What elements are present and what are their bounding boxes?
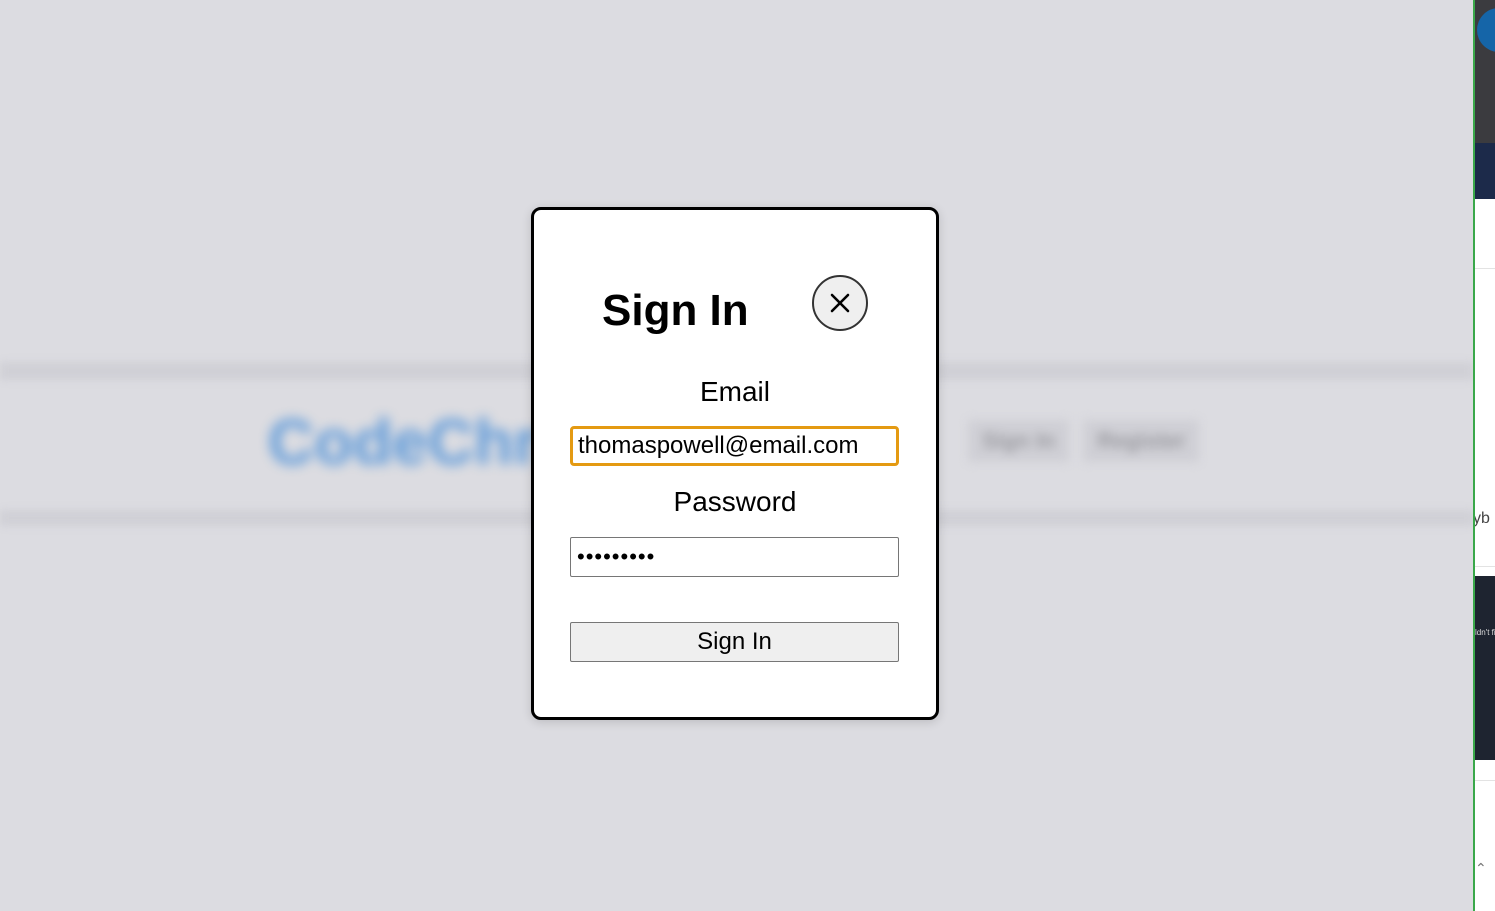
close-button[interactable]: [812, 275, 868, 331]
sign-in-modal: Sign In Email Password Sign In: [531, 207, 939, 720]
password-label: Password: [673, 486, 797, 517]
chevron-up-icon[interactable]: ⌃: [1475, 860, 1487, 877]
close-icon: [830, 293, 850, 313]
background-nav: Sign In Register: [968, 420, 1200, 462]
side-panel-divider: [1475, 566, 1495, 567]
email-label: Email: [699, 376, 770, 407]
password-field[interactable]: [570, 537, 899, 577]
sign-in-button[interactable]: Sign In: [570, 622, 899, 662]
background-nav-sign-in: Sign In: [968, 420, 1070, 462]
side-panel-divider: [1475, 780, 1495, 781]
side-panel: yb ldn't fi ⌃: [1473, 0, 1495, 911]
modal-title: Sign In: [602, 286, 749, 335]
side-panel-card-text: ldn't fi: [1475, 628, 1495, 637]
side-panel-card[interactable]: ldn't fi: [1475, 576, 1495, 760]
side-panel-partial-text: yb: [1473, 510, 1490, 527]
background-nav-register: Register: [1083, 420, 1200, 462]
email-field[interactable]: [570, 426, 899, 466]
side-panel-banner: [1475, 143, 1495, 199]
side-panel-divider: [1475, 268, 1495, 269]
background-logo: CodeChr: [268, 406, 539, 478]
